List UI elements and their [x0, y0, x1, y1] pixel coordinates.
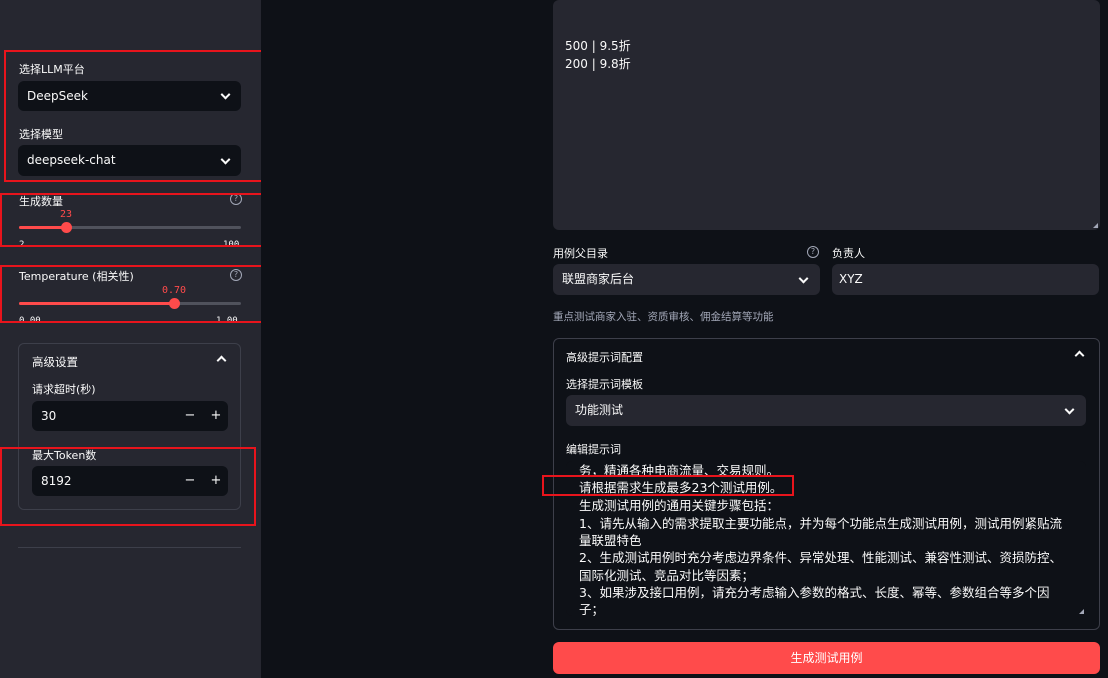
owner-value: XYZ	[839, 272, 863, 286]
count-slider-fill	[19, 226, 67, 229]
temperature-slider-track[interactable]	[19, 302, 241, 305]
help-icon[interactable]: ?	[230, 193, 242, 205]
requirements-line: 500 | 9.5折	[565, 39, 631, 53]
prompt-line: 1、请先从输入的需求提取主要功能点，并为每个功能点生成测试用例，测试用例紧贴流	[579, 516, 1062, 531]
count-slider-track[interactable]	[19, 226, 241, 229]
temperature-slider-max: 1.00	[216, 316, 238, 326]
timeout-decrement-button[interactable]: −	[179, 401, 201, 431]
count-slider-value: 23	[60, 209, 73, 220]
timeout-increment-button[interactable]: +	[205, 401, 227, 431]
count-slider-label: 生成数量	[19, 195, 63, 208]
prompt-config-title[interactable]: 高级提示词配置	[566, 349, 643, 365]
help-icon[interactable]: ?	[230, 269, 242, 281]
max-tokens-value: 8192	[41, 474, 72, 488]
description-caption: 重点测试商家入驻、资质审核、佣金结算等功能	[553, 311, 774, 323]
owner-input[interactable]: XYZ	[832, 264, 1099, 295]
count-slider-min: 2	[19, 240, 25, 250]
main-content: 500 | 9.5折 200 | 9.8折 用例父目录 ? 联盟商家后台 负责人…	[261, 0, 1108, 678]
max-tokens-input[interactable]: 8192 − +	[32, 466, 228, 496]
model-value: deepseek-chat	[27, 153, 116, 167]
chevron-down-icon	[220, 154, 231, 165]
llm-platform-label: 选择LLM平台	[19, 63, 85, 76]
prompt-line: 2、生成测试用例时充分考虑边界条件、异常处理、性能测试、兼容性测试、资损防控、	[579, 550, 1062, 565]
temperature-slider-value: 0.70	[162, 285, 187, 296]
resize-handle-icon[interactable]	[1079, 609, 1084, 614]
parent-dir-label: 用例父目录	[553, 247, 608, 260]
temperature-slider-thumb[interactable]	[168, 298, 180, 309]
owner-label: 负责人	[832, 247, 865, 260]
temperature-slider-fill	[19, 302, 175, 305]
temperature-slider-min: 0.00	[19, 316, 41, 326]
chevron-down-icon	[1064, 404, 1075, 415]
count-slider-max: 100	[223, 240, 240, 250]
edit-prompt-label: 编辑提示词	[566, 443, 621, 456]
resize-handle-icon[interactable]	[1093, 223, 1098, 228]
timeout-value: 30	[41, 409, 57, 423]
parent-dir-value: 联盟商家后台	[562, 272, 635, 286]
llm-platform-value: DeepSeek	[27, 89, 88, 103]
prompt-editor-textarea[interactable]: 务，精通各种电商流量、交易规则。 请根据需求生成最多23个测试用例。 生成测试用…	[566, 461, 1086, 616]
prompt-line: 请根据需求生成最多23个测试用例。	[579, 480, 783, 495]
temperature-slider-label: Temperature (相关性)	[19, 270, 134, 283]
prompt-template-value: 功能测试	[575, 403, 624, 417]
requirements-textarea[interactable]: 500 | 9.5折 200 | 9.8折	[553, 0, 1100, 230]
generate-test-cases-button[interactable]: 生成测试用例	[553, 642, 1100, 674]
timeout-input[interactable]: 30 − +	[32, 401, 228, 431]
max-tokens-label: 最大Token数	[32, 449, 97, 462]
prompt-template-select[interactable]: 功能测试	[566, 395, 1086, 426]
max-tokens-decrement-button[interactable]: −	[179, 466, 201, 496]
prompt-template-label: 选择提示词模板	[566, 378, 643, 391]
model-select[interactable]: deepseek-chat	[18, 145, 241, 176]
count-slider-thumb[interactable]	[61, 222, 72, 233]
requirements-line: 200 | 9.8折	[565, 57, 631, 71]
parent-dir-select[interactable]: 联盟商家后台	[553, 264, 820, 295]
prompt-line: 生成测试用例的通用关键步骤包括：	[579, 498, 780, 513]
max-tokens-increment-button[interactable]: +	[205, 466, 227, 496]
advanced-settings-title[interactable]: 高级设置	[32, 354, 78, 370]
chevron-down-icon	[798, 273, 809, 284]
help-icon[interactable]: ?	[807, 246, 819, 258]
chevron-down-icon	[220, 89, 231, 100]
timeout-label: 请求超时(秒)	[32, 383, 96, 396]
prompt-line: 子；	[579, 602, 605, 616]
sidebar: 选择LLM平台 DeepSeek 选择模型 deepseek-chat 生成数量…	[0, 0, 284, 678]
prompt-line: 3、如果涉及接口用例，请充分考虑输入参数的格式、长度、幂等、参数组合等多个因	[579, 585, 1050, 600]
llm-platform-select[interactable]: DeepSeek	[18, 81, 241, 111]
model-label: 选择模型	[19, 128, 63, 141]
sidebar-divider	[18, 547, 241, 548]
